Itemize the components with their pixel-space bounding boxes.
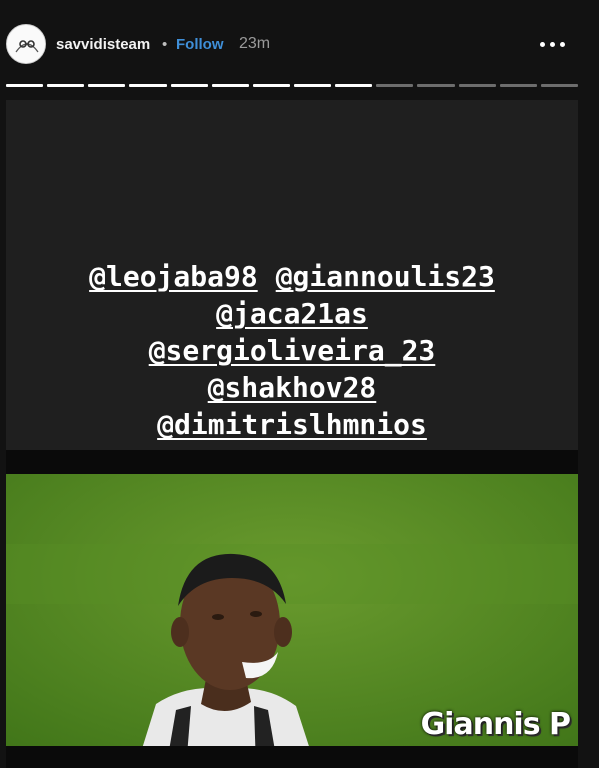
progress-segment <box>499 84 537 87</box>
story-header: savvidisteam • Follow 23m <box>0 0 599 84</box>
mention-line: @shakhov28 <box>6 369 578 406</box>
avatar[interactable] <box>6 24 46 64</box>
more-dot <box>559 41 565 47</box>
mention-line: @dimitrislhmnios <box>6 406 578 443</box>
progress-segment <box>293 84 332 87</box>
progress-segment <box>417 84 455 87</box>
mention-line: @leojaba98 @giannoulis23 <box>6 258 578 295</box>
username-link[interactable]: savvidisteam <box>56 36 150 53</box>
mention-line: @sergioliveira_23 <box>6 332 578 369</box>
progress-segment <box>540 84 578 87</box>
video-bottom-bar <box>6 746 578 768</box>
progress-segment <box>211 84 249 87</box>
progress-segment <box>129 84 167 87</box>
timestamp: 23m <box>239 35 271 52</box>
progress-segment <box>6 84 44 87</box>
mention-tag[interactable]: @shakhov28 <box>208 371 377 404</box>
separator-dot: • <box>162 36 168 53</box>
mention-tags: @leojaba98 @giannoulis23 @jaca21as @sergiol… <box>6 258 578 443</box>
mention-tag[interactable]: @giannoulis23 <box>276 260 495 293</box>
progress-segment <box>458 84 496 87</box>
more-options-icon[interactable] <box>534 30 570 58</box>
story-progress-bar <box>6 84 578 88</box>
progress-segment <box>47 84 85 87</box>
more-dot <box>549 41 555 47</box>
mention-line: @jaca21as <box>6 295 578 332</box>
story-content[interactable]: @leojaba98 @giannoulis23 @jaca21as @sergiol… <box>6 100 578 768</box>
mention-tag[interactable]: @dimitrislhmnios <box>157 408 427 441</box>
more-dot <box>539 41 545 47</box>
follow-button[interactable]: Follow <box>176 36 224 53</box>
progress-segment <box>252 84 290 87</box>
story-video[interactable]: Giannis P <box>6 450 578 768</box>
mention-tag[interactable]: @jaca21as <box>216 297 368 330</box>
progress-segment <box>88 84 126 87</box>
avatar-icon <box>8 26 45 63</box>
progress-segment <box>170 84 208 87</box>
video-watermark: Giannis P <box>420 707 571 742</box>
progress-segment <box>335 84 373 87</box>
mention-tag[interactable]: @sergioliveira_23 <box>149 334 436 367</box>
mention-tag[interactable]: @leojaba98 <box>89 260 258 293</box>
progress-segment <box>376 84 414 87</box>
